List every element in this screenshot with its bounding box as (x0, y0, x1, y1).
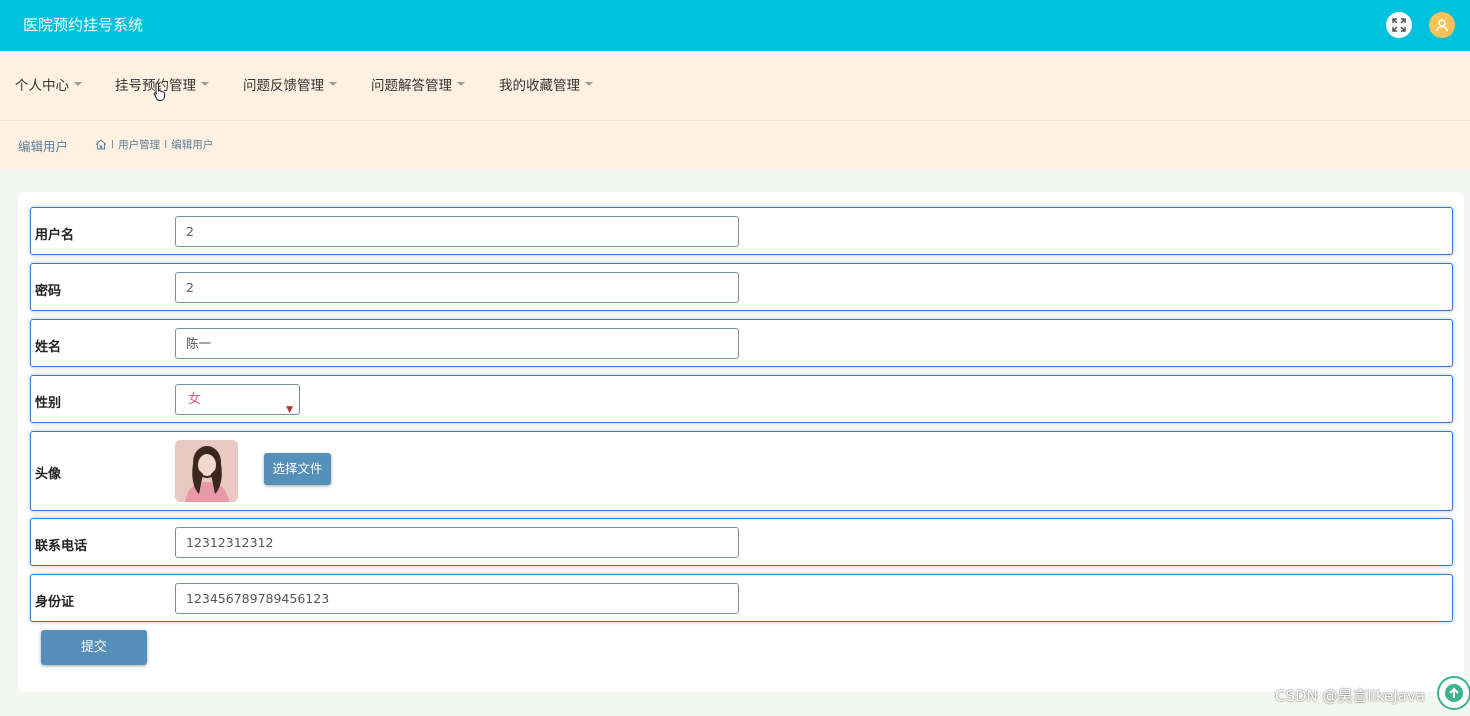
menu-item-personal-center[interactable]: 个人中心 (15, 78, 82, 94)
form-row-username: 用户名 2 (30, 207, 1453, 255)
name-label: 姓名 (35, 340, 62, 355)
breadcrumb-item-user-management[interactable]: 用户管理 (118, 137, 160, 152)
menu-item-answer-management[interactable]: 问题解答管理 (371, 78, 465, 94)
breadcrumb-separator: I (111, 138, 115, 151)
scroll-to-top-button[interactable] (1437, 676, 1470, 710)
form-row-id-card: 身份证 123456789789456123 (30, 574, 1453, 622)
caret-down-icon (201, 82, 209, 86)
avatar-label: 头像 (35, 467, 62, 482)
menu-item-label: 问题解答管理 (371, 78, 452, 94)
choose-file-button[interactable]: 选择文件 (264, 453, 331, 485)
username-input[interactable]: 2 (175, 216, 739, 247)
submit-button[interactable]: 提交 (41, 630, 147, 665)
menu-item-label: 我的收藏管理 (499, 78, 580, 94)
form-row-avatar: 头像 选择文件 (30, 431, 1453, 511)
caret-down-icon (457, 82, 465, 86)
caret-down-icon (74, 82, 82, 86)
id-card-input[interactable]: 123456789789456123 (175, 583, 739, 614)
menu-item-label: 个人中心 (15, 78, 69, 94)
breadcrumb-bar: 编辑用户 I 用户管理 I 编辑用户 (0, 122, 1470, 169)
caret-down-icon (585, 82, 593, 86)
form-row-phone: 联系电话 12312312312 (30, 518, 1453, 566)
menu-item-favorites-management[interactable]: 我的收藏管理 (499, 78, 593, 94)
main-menu-bar: 个人中心 挂号预约管理 问题反馈管理 问题解答管理 我的收藏管理 (0, 51, 1470, 121)
id-card-label: 身份证 (35, 595, 75, 610)
gender-select[interactable]: 女 ▼ (175, 384, 300, 415)
avatar-image (175, 440, 238, 502)
user-menu-button[interactable] (1429, 12, 1455, 38)
top-header-bar: 医院预约挂号系统 (0, 0, 1470, 51)
fullscreen-button[interactable] (1386, 12, 1412, 38)
user-avatar-icon (1436, 19, 1448, 32)
name-input[interactable]: 陈一 (175, 328, 739, 359)
breadcrumb-item-edit-user: 编辑用户 (171, 139, 214, 151)
caret-down-icon (329, 82, 337, 86)
breadcrumb-separator: I (164, 138, 168, 151)
gender-label: 性别 (35, 396, 62, 411)
home-icon[interactable] (95, 139, 107, 150)
form-row-password: 密码 2 (30, 263, 1453, 311)
menu-item-feedback-management[interactable]: 问题反馈管理 (243, 78, 337, 94)
username-label: 用户名 (35, 228, 75, 243)
form-row-name: 姓名 陈一 (30, 319, 1453, 367)
page-title: 编辑用户 (18, 139, 69, 154)
avatar-photo-icon (175, 440, 238, 502)
breadcrumb: I 用户管理 I 编辑用户 (95, 137, 213, 152)
phone-input[interactable]: 12312312312 (175, 527, 739, 558)
password-label: 密码 (35, 284, 62, 299)
chevron-down-icon: ▼ (286, 405, 293, 415)
arrow-up-icon (1445, 684, 1463, 702)
fullscreen-icon (1392, 18, 1406, 32)
phone-label: 联系电话 (35, 539, 88, 554)
watermark: CSDN @昊言likeJava (1275, 687, 1425, 705)
menu-item-label: 问题反馈管理 (243, 78, 324, 94)
app-title: 医院预约挂号系统 (23, 16, 144, 34)
gender-select-value: 女 (188, 392, 202, 407)
form-row-gender: 性别 女 ▼ (30, 375, 1453, 423)
password-input[interactable]: 2 (175, 272, 739, 303)
mouse-pointer-icon (153, 82, 166, 101)
